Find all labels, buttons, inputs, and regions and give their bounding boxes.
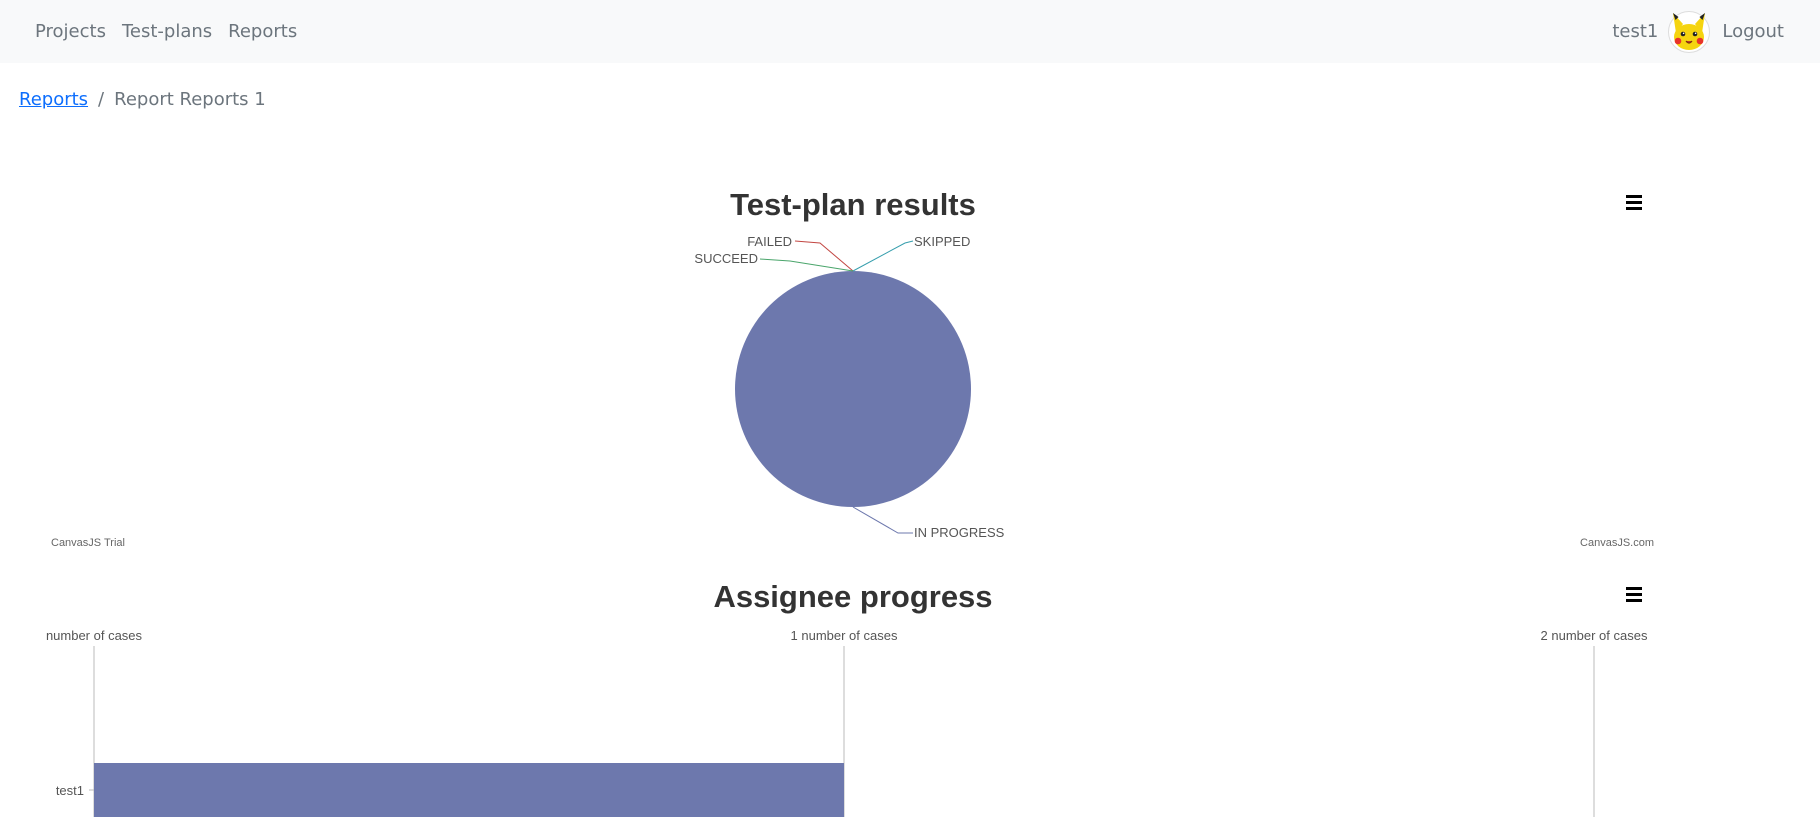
bar-tick-labels: number of cases 1 number of cases 2 number… (46, 628, 1648, 643)
category-label: test1 (56, 783, 84, 798)
pie-slice-label: FAILED (747, 234, 792, 249)
pie-slice-label: SKIPPED (914, 234, 970, 249)
pikachu-avatar-icon[interactable] (1668, 10, 1711, 53)
hamburger-menu-icon[interactable] (1620, 192, 1650, 214)
chart-title: Test-plan results (730, 187, 976, 222)
pie-slices (735, 271, 971, 507)
test-plan-results-chart: Test-plan results FAILED SKIPPED SUCCEED IN… (51, 187, 1654, 549)
chart-title: Assignee progress (713, 579, 992, 614)
nav-link-test-plans[interactable]: Test-plans (122, 21, 212, 42)
breadcrumb-separator: / (98, 89, 105, 110)
bar-category-labels: test1 (56, 783, 94, 798)
breadcrumb-current: Report Reports 1 (114, 89, 266, 110)
pie-connector-line (852, 240, 914, 272)
pie-slice[interactable] (735, 271, 971, 507)
nav-links: Projects Test-plans Reports (35, 0, 313, 63)
pie-connector-line (852, 506, 913, 534)
breadcrumb: Reports / Report Reports 1 (19, 89, 266, 110)
username: test1 (1612, 21, 1659, 42)
pie-slice-label: IN PROGRESS (914, 525, 1005, 540)
credit-left: CanvasJS Trial (51, 537, 125, 549)
pie-slice-label: SUCCEED (694, 251, 758, 266)
top-navbar: Projects Test-plans Reports test1 Logout (0, 0, 1820, 63)
logout-link[interactable]: Logout (1722, 21, 1784, 42)
x-tick-label: 2 number of cases (1541, 628, 1648, 643)
nav-link-reports[interactable]: Reports (228, 21, 297, 42)
hamburger-menu-icon[interactable] (1620, 584, 1650, 606)
user-area: test1 Logout (1612, 0, 1784, 63)
bar-series (94, 763, 844, 817)
breadcrumb-reports-link[interactable]: Reports (19, 89, 88, 110)
x-tick-label: number of cases (46, 628, 143, 643)
assignee-progress-chart: Assignee progress number of cases 1 numbe… (46, 579, 1650, 817)
nav-link-projects[interactable]: Projects (35, 21, 106, 42)
bar-rect[interactable] (94, 763, 844, 817)
x-tick-label: 1 number of cases (791, 628, 898, 643)
pie-connector-line (759, 258, 854, 272)
credit-right[interactable]: CanvasJS.com (1580, 537, 1654, 549)
